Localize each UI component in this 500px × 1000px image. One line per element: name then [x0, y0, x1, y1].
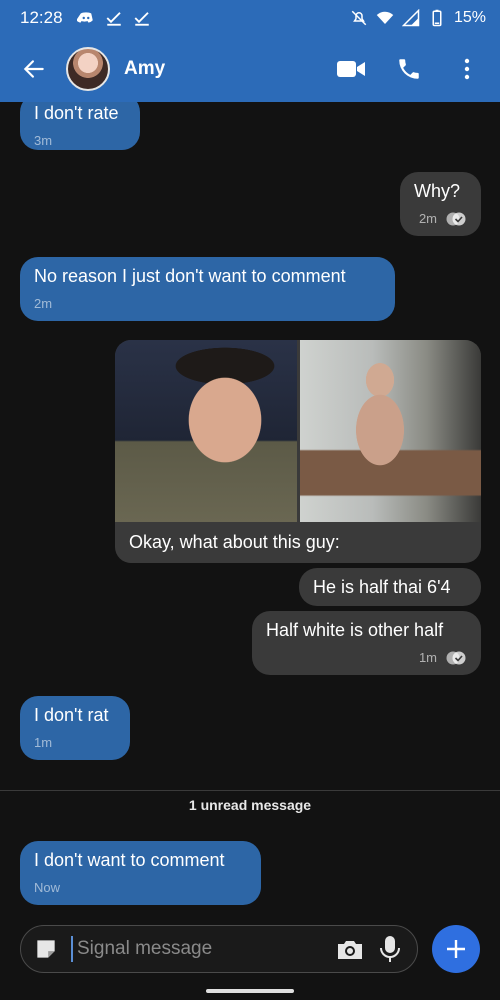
- phone-icon[interactable]: [394, 54, 424, 84]
- delivered-check-icon: [446, 651, 466, 665]
- message-time: 2m: [34, 296, 53, 311]
- message-text: He is half thai 6'4: [313, 577, 451, 597]
- message-bubble-outgoing[interactable]: He is half thai 6'4: [299, 568, 481, 606]
- contact-name[interactable]: Amy: [124, 58, 165, 80]
- message-time: 1m: [418, 650, 437, 665]
- message-bubble-incoming[interactable]: I don't want to comment Now: [20, 841, 261, 905]
- attached-photo[interactable]: [300, 340, 481, 522]
- battery-percent: 15%: [453, 9, 486, 26]
- message-list[interactable]: I don't rate 3m Why? 2m No reason I just…: [0, 102, 500, 916]
- camera-icon[interactable]: [335, 934, 365, 964]
- message-time: 2m: [418, 211, 437, 226]
- media-message-bubble[interactable]: Okay, what about this guy:: [115, 340, 481, 563]
- status-time: 12:28: [20, 8, 63, 27]
- check-icon: [134, 12, 149, 26]
- plus-icon[interactable]: [432, 925, 480, 973]
- media-caption: Okay, what about this guy:: [129, 532, 340, 552]
- unread-label: 1 unread message: [188, 797, 312, 813]
- sticker-icon[interactable]: [33, 936, 59, 962]
- delivered-check-icon: [446, 212, 466, 226]
- conversation-header: Amy: [0, 36, 500, 102]
- message-text: I don't rat: [34, 705, 109, 725]
- message-text: No reason I just don't want to comment: [34, 266, 346, 286]
- message-time: 3m: [34, 133, 53, 148]
- message-time: Now: [34, 880, 61, 895]
- video-call-icon[interactable]: [336, 54, 366, 84]
- mic-icon[interactable]: [375, 934, 405, 964]
- more-vert-icon[interactable]: [452, 54, 482, 84]
- signal-icon: [401, 9, 420, 27]
- message-time: 1m: [34, 735, 53, 750]
- message-text: Half white is other half: [266, 620, 444, 640]
- discord-icon: [76, 12, 93, 23]
- message-bubble-outgoing[interactable]: Half white is other half 1m: [252, 611, 481, 675]
- message-text: I don't rate: [34, 103, 119, 123]
- message-bubble-incoming[interactable]: I don't rat 1m: [20, 696, 130, 760]
- home-indicator[interactable]: [206, 989, 294, 993]
- check-icon: [106, 12, 121, 26]
- attached-photo[interactable]: [115, 340, 297, 522]
- status-bar: 12:28 15%: [0, 0, 500, 36]
- message-bubble-incoming[interactable]: I don't rate 3m: [20, 102, 140, 150]
- avatar[interactable]: [66, 47, 110, 91]
- message-input[interactable]: [71, 936, 325, 962]
- unread-divider: [0, 790, 500, 791]
- message-text: I don't want to comment: [34, 850, 225, 870]
- message-bubble-incoming[interactable]: No reason I just don't want to comment 2…: [20, 257, 395, 321]
- composer: [20, 925, 418, 973]
- message-text: Why?: [414, 181, 461, 201]
- message-bubble-outgoing[interactable]: Why? 2m: [400, 172, 481, 236]
- mute-icon: [351, 10, 367, 26]
- back-arrow-icon[interactable]: [18, 53, 50, 85]
- battery-icon: [432, 9, 442, 27]
- wifi-icon: [376, 11, 394, 24]
